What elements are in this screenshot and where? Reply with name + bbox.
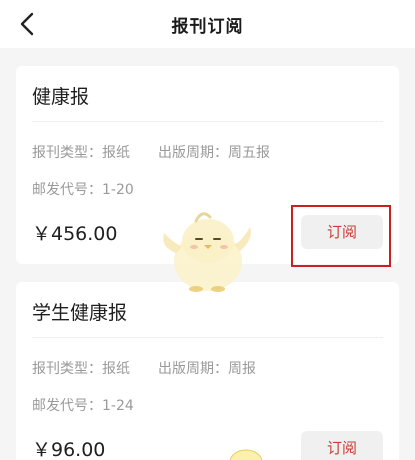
subscribe-button[interactable]: 订阅 xyxy=(301,431,383,460)
subscription-card: 健康报 报刊类型：报纸 出版周期：周五报 邮发代号：1-20 ￥456.00 订… xyxy=(16,66,399,264)
newspaper-title: 健康报 xyxy=(32,86,90,108)
nav-bar: 报刊订阅 xyxy=(0,0,415,48)
page-title: 报刊订阅 xyxy=(171,17,244,37)
subscription-card: 学生健康报 报刊类型：报纸 出版周期：周报 邮发代号：1-24 ￥96.00 订… xyxy=(16,282,399,460)
postal-code: 邮发代号：1-24 xyxy=(32,398,134,414)
publication-cycle: 出版周期：周五报 xyxy=(158,145,270,161)
price: ￥96.00 xyxy=(32,439,106,460)
postal-code: 邮发代号：1-20 xyxy=(32,182,134,198)
price: ￥456.00 xyxy=(32,223,118,245)
publication-type: 报刊类型：报纸 xyxy=(32,145,130,161)
publication-type: 报刊类型：报纸 xyxy=(32,361,130,377)
publication-cycle: 出版周期：周报 xyxy=(158,361,256,377)
page: 报刊订阅 健康报 报刊类型：报纸 出版周期：周五报 邮发代号：1-20 ￥456… xyxy=(0,0,415,460)
newspaper-title: 学生健康报 xyxy=(32,302,128,324)
divider xyxy=(32,121,383,122)
divider xyxy=(32,337,383,338)
subscribe-button[interactable]: 订阅 xyxy=(301,215,383,249)
